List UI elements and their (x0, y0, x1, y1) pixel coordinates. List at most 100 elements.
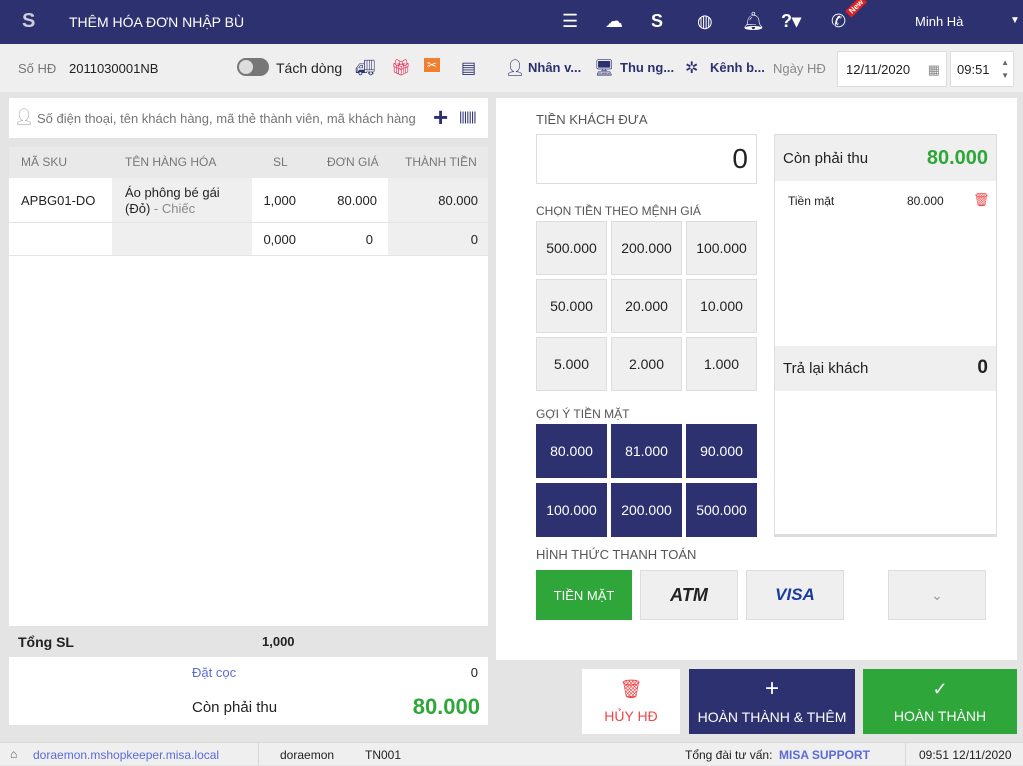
time-value: 09:51 (957, 62, 990, 77)
method-visa[interactable]: VISA (746, 570, 844, 620)
pay-due-label: Còn phải thu (783, 150, 869, 167)
home-icon[interactable]: ⌂ (10, 747, 17, 761)
hotline-link[interactable]: MISA SUPPORT (779, 748, 870, 762)
page-title: THÊM HÓA ĐƠN NHẬP BÙ (69, 14, 245, 30)
channel-icon[interactable]: ✲ (685, 58, 698, 78)
row-qty[interactable]: 0,000 (263, 232, 296, 247)
calendar-icon[interactable]: ▦ (928, 62, 940, 78)
row-total: 0 (470, 232, 478, 247)
method-cash[interactable]: TIỀN MẶT (536, 570, 632, 620)
row-total: 80.000 (438, 193, 478, 208)
complete-add-button[interactable]: + HOÀN THÀNH & THÊM (689, 669, 855, 734)
col-qty: SL (273, 155, 288, 169)
denom-button[interactable]: 2.000 (611, 337, 682, 391)
pay-due-value: 80.000 (926, 147, 988, 169)
bell-icon[interactable]: 🔔︎ (742, 11, 765, 31)
complete-button[interactable]: ✓ HOÀN THÀNH (863, 669, 1017, 734)
domain-link[interactable]: doraemon.mshopkeeper.misa.local (33, 748, 219, 762)
status-user: doraemon (280, 748, 335, 762)
split-toggle[interactable] (237, 58, 269, 76)
total-qty: 1,000 (262, 634, 295, 649)
method-atm[interactable]: ATM (640, 570, 738, 620)
status-branch: TN001 (365, 748, 402, 762)
pay-line-amount: 80.000 (907, 194, 944, 208)
chevron-down-icon[interactable]: ▼ (1010, 15, 1020, 26)
summary-box: Đặt cọc 0 Còn phải thu 80.000 (9, 657, 488, 725)
logo-icon: S (22, 10, 36, 32)
date-input[interactable]: 12/11/2020 ▦ (837, 51, 947, 87)
trash-icon: 🗑︎ (619, 679, 643, 699)
total-qty-label: Tổng SL (18, 634, 74, 650)
complete-label: HOÀN THÀNH (893, 708, 987, 724)
denom-button[interactable]: 100.000 (686, 221, 757, 275)
customer-search: 👤︎ + ||||||| (9, 98, 488, 138)
given-input[interactable]: 0 (536, 134, 757, 184)
help-icon[interactable]: ?▾ (781, 11, 801, 31)
cashier-icon[interactable]: 🖥︎ (594, 58, 614, 78)
payment-summary: Còn phải thu 80.000 Tiền mặt 80.000 🗑︎ T… (774, 134, 997, 537)
time-input[interactable]: 09:51 ▲ ▼ (950, 51, 1014, 87)
method-label: HÌNH THỨC THANH TOÁN (536, 547, 697, 562)
change-label: Trả lại khách (783, 360, 869, 377)
invoice-label: Số HĐ (18, 61, 57, 76)
person-icon: 👤︎ (14, 109, 35, 126)
denom-button[interactable]: 500.000 (536, 221, 607, 275)
staff-icon[interactable]: 👤︎ (505, 58, 525, 78)
given-label: TIỀN KHÁCH ĐƯA (536, 112, 648, 127)
col-total: THÀNH TIỀN (405, 155, 477, 169)
customer-search-input[interactable] (37, 106, 427, 130)
suggest-cash-button[interactable]: 200.000 (611, 483, 682, 537)
calendar-note-icon[interactable]: ▤ (461, 58, 476, 78)
invoice-number: 2011030001NB (69, 61, 159, 76)
phone-icon[interactable]: ✆ (831, 11, 846, 31)
complete-add-label: HOÀN THÀNH & THÊM (697, 709, 847, 725)
s-icon[interactable]: S (651, 11, 663, 31)
deposit-link[interactable]: Đặt cọc (192, 665, 236, 680)
suggest-cash-button[interactable]: 80.000 (536, 424, 607, 478)
denom-button[interactable]: 20.000 (611, 279, 682, 333)
row-qty[interactable]: 1,000 (263, 193, 296, 208)
suggest-cash-button[interactable]: 81.000 (611, 424, 682, 478)
suggest-cash-button[interactable]: 90.000 (686, 424, 757, 478)
denom-button[interactable]: 50.000 (536, 279, 607, 333)
suggest-cash-button[interactable]: 100.000 (536, 483, 607, 537)
denom-label: CHỌN TIỀN THEO MỆNH GIÁ (536, 204, 701, 218)
row-price[interactable]: 80.000 (337, 193, 377, 208)
gift-icon[interactable]: 🎁︎ (391, 58, 411, 78)
time-spinner[interactable]: ▲ ▼ (1001, 56, 1009, 82)
status-datetime: 09:51 12/11/2020 (919, 748, 1012, 762)
suggest-cash-button[interactable]: 500.000 (686, 483, 757, 537)
staff-select[interactable]: Nhân v... (528, 60, 581, 75)
voucher-icon[interactable]: ✂ (424, 58, 441, 72)
menu-icon[interactable]: ☰ (562, 11, 578, 31)
delivery-icon[interactable]: 🚚︎ (355, 58, 375, 78)
denom-button[interactable]: 1.000 (686, 337, 757, 391)
barcode-icon[interactable]: ||||||| (459, 109, 477, 124)
user-menu[interactable]: Minh Hà (915, 14, 963, 29)
split-label: Tách dòng (276, 60, 343, 76)
cancel-label: HỦY HĐ (604, 708, 658, 724)
delete-icon[interactable]: 🗑︎ (973, 192, 990, 208)
date-label: Ngày HĐ (773, 61, 826, 76)
hotline-label: Tổng đài tư vấn: (685, 748, 773, 762)
add-customer-icon[interactable]: + (433, 102, 448, 133)
denom-button[interactable]: 200.000 (611, 221, 682, 275)
row-price[interactable]: 0 (366, 232, 373, 247)
check-icon: ✓ (932, 679, 948, 699)
app-header: S THÊM HÓA ĐƠN NHẬP BÙ ☰ ☁ S ◍ 🔔︎ ?▾ ✆ N… (0, 0, 1023, 44)
globe-icon[interactable]: ◍ (697, 11, 713, 31)
cashier-select[interactable]: Thu ng... (620, 60, 674, 75)
due-value: 80.000 (412, 694, 480, 719)
date-value: 12/11/2020 (846, 62, 911, 77)
table-header: MÃ SKU TÊN HÀNG HÓA SL ĐƠN GIÁ THÀNH TIỀ… (9, 147, 488, 178)
new-badge: New (845, 0, 868, 18)
cancel-button[interactable]: 🗑︎ HỦY HĐ (582, 669, 680, 734)
row-unit: - Chiếc (150, 201, 196, 216)
denom-button[interactable]: 10.000 (686, 279, 757, 333)
more-methods-chevron-icon[interactable]: ⌄ (888, 570, 986, 620)
cloud-sync-icon[interactable]: ☁ (605, 11, 623, 31)
col-sku: MÃ SKU (21, 155, 68, 169)
denom-button[interactable]: 5.000 (536, 337, 607, 391)
col-name: TÊN HÀNG HÓA (125, 155, 217, 169)
channel-select[interactable]: Kênh b... (710, 60, 765, 75)
